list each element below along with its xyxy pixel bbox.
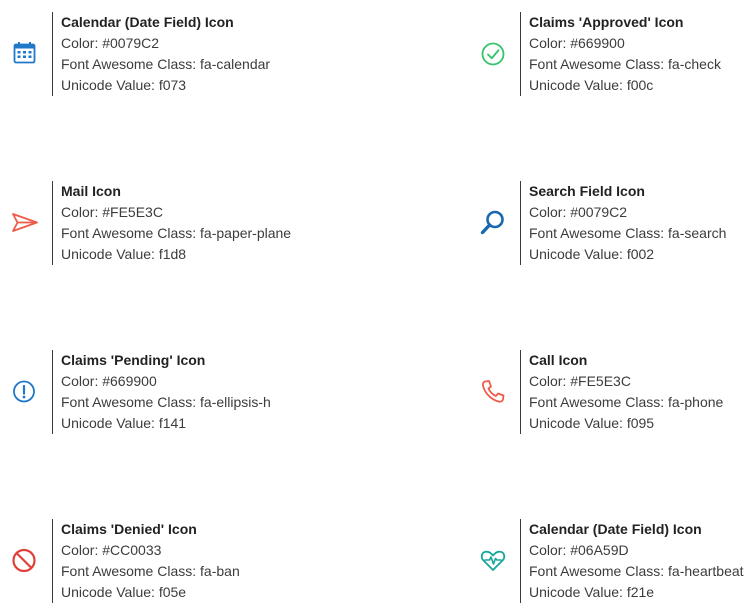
exclamation-circle-icon: [10, 376, 40, 406]
icon-unicode-value: f095: [626, 415, 655, 431]
icon-info: Call Icon Color: #FE5E3C Font Awesome Cl…: [529, 350, 750, 434]
icon-unicode-line: Unicode Value: f21e: [529, 584, 655, 600]
entry-divider: [52, 519, 53, 603]
icon-unicode-value: f00c: [626, 77, 654, 93]
icon-color-line: Color: #FE5E3C: [529, 373, 631, 389]
icon-class-value: fa-search: [668, 225, 727, 241]
icon-class-value: fa-heartbeat: [668, 563, 744, 579]
icon-color-value: #CC0033: [102, 542, 162, 558]
entry-divider: [52, 12, 53, 96]
icon-color-value: #FE5E3C: [102, 204, 163, 220]
icon-unicode-value: f141: [158, 415, 187, 431]
icon-class-value: fa-ellipsis-h: [200, 394, 271, 410]
icon-class-line: Font Awesome Class: fa-heartbeat: [529, 563, 744, 579]
icon-unicode-line: Unicode Value: f095: [529, 415, 655, 431]
icon-color-value: #06A59D: [570, 542, 629, 558]
icon-class-value: fa-calendar: [200, 56, 271, 72]
entry-divider: [520, 181, 521, 265]
entry-divider: [52, 350, 53, 434]
icon-class-line: Font Awesome Class: fa-ban: [61, 563, 240, 579]
icon-unicode-line: Unicode Value: f05e: [61, 584, 187, 600]
icon-entry-calendar: Calendar (Date Field) Icon Color: #0079C…: [10, 12, 270, 96]
icon-class-line: Font Awesome Class: fa-check: [529, 56, 721, 72]
heartbeat-icon: [478, 545, 508, 575]
icon-color-value: #669900: [102, 373, 157, 389]
phone-icon: [478, 376, 508, 406]
icon-info: Calendar (Date Field) Icon Color: #0079C…: [61, 12, 291, 96]
icon-info: Claims 'Denied' Icon Color: #CC0033 Font…: [61, 519, 291, 603]
icon-color-line: Color: #CC0033: [61, 542, 162, 558]
icon-reference-grid: Calendar (Date Field) Icon Color: #0079C…: [0, 0, 750, 603]
icon-info: Search Field Icon Color: #0079C2 Font Aw…: [529, 181, 750, 265]
icon-entry-approved: Claims 'Approved' Icon Color: #669900 Fo…: [478, 12, 738, 96]
icon-unicode-line: Unicode Value: f141: [61, 415, 187, 431]
icon-class-line: Font Awesome Class: fa-paper-plane: [61, 225, 292, 241]
entry-divider: [520, 12, 521, 96]
paper-plane-icon: [10, 207, 40, 237]
icon-color-value: #FE5E3C: [570, 373, 631, 389]
icon-unicode-line: Unicode Value: f00c: [529, 77, 654, 93]
icon-title: Claims 'Approved' Icon: [529, 14, 684, 30]
icon-title: Claims 'Pending' Icon: [61, 352, 206, 368]
entry-divider: [52, 181, 53, 265]
check-circle-icon: [478, 38, 508, 68]
icon-entry-pending: Claims 'Pending' Icon Color: #669900 Fon…: [10, 350, 271, 434]
icon-class-line: Font Awesome Class: fa-ellipsis-h: [61, 394, 271, 410]
icon-class-line: Font Awesome Class: fa-phone: [529, 394, 724, 410]
icon-color-line: Color: #06A59D: [529, 542, 629, 558]
search-icon: [478, 207, 508, 237]
icon-entry-denied: Claims 'Denied' Icon Color: #CC0033 Font…: [10, 519, 270, 603]
icon-unicode-line: Unicode Value: f1d8: [61, 246, 187, 262]
icon-color-line: Color: #669900: [529, 35, 625, 51]
icon-color-line: Color: #0079C2: [61, 35, 160, 51]
icon-class-value: fa-check: [668, 56, 721, 72]
icon-title: Call Icon: [529, 352, 588, 368]
icon-unicode-value: f1d8: [158, 246, 187, 262]
icon-color-line: Color: #FE5E3C: [61, 204, 163, 220]
icon-unicode-value: f21e: [626, 584, 655, 600]
icon-color-value: #669900: [570, 35, 625, 51]
icon-title: Claims 'Denied' Icon: [61, 521, 197, 537]
icon-info: Claims 'Pending' Icon Color: #669900 Fon…: [61, 350, 291, 434]
icon-class-line: Font Awesome Class: fa-calendar: [61, 56, 271, 72]
icon-color-value: #0079C2: [102, 35, 160, 51]
icon-class-value: fa-ban: [200, 563, 240, 579]
entry-divider: [520, 519, 521, 603]
icon-unicode-value: f002: [626, 246, 655, 262]
icon-color-line: Color: #669900: [61, 373, 157, 389]
icon-entry-heartbeat: Calendar (Date Field) Icon Color: #06A59…: [478, 519, 744, 603]
icon-entry-mail: Mail Icon Color: #FE5E3C Font Awesome Cl…: [10, 181, 291, 265]
icon-entry-call: Call Icon Color: #FE5E3C Font Awesome Cl…: [478, 350, 738, 434]
entry-divider: [520, 350, 521, 434]
icon-class-value: fa-phone: [668, 394, 724, 410]
icon-unicode-value: f05e: [158, 584, 187, 600]
icon-title: Mail Icon: [61, 183, 121, 199]
icon-unicode-value: f073: [158, 77, 187, 93]
icon-info: Mail Icon Color: #FE5E3C Font Awesome Cl…: [61, 181, 291, 265]
icon-unicode-line: Unicode Value: f002: [529, 246, 655, 262]
icon-info: Claims 'Approved' Icon Color: #669900 Fo…: [529, 12, 750, 96]
icon-class-line: Font Awesome Class: fa-search: [529, 225, 727, 241]
icon-info: Calendar (Date Field) Icon Color: #06A59…: [529, 519, 750, 603]
icon-entry-search: Search Field Icon Color: #0079C2 Font Aw…: [478, 181, 738, 265]
icon-color-value: #0079C2: [570, 204, 628, 220]
icon-unicode-line: Unicode Value: f073: [61, 77, 187, 93]
calendar-icon: [10, 38, 40, 68]
icon-color-line: Color: #0079C2: [529, 204, 628, 220]
icon-title: Calendar (Date Field) Icon: [529, 521, 702, 537]
icon-class-value: fa-paper-plane: [200, 225, 292, 241]
icon-title: Calendar (Date Field) Icon: [61, 14, 234, 30]
ban-icon: [10, 545, 40, 575]
icon-title: Search Field Icon: [529, 183, 645, 199]
